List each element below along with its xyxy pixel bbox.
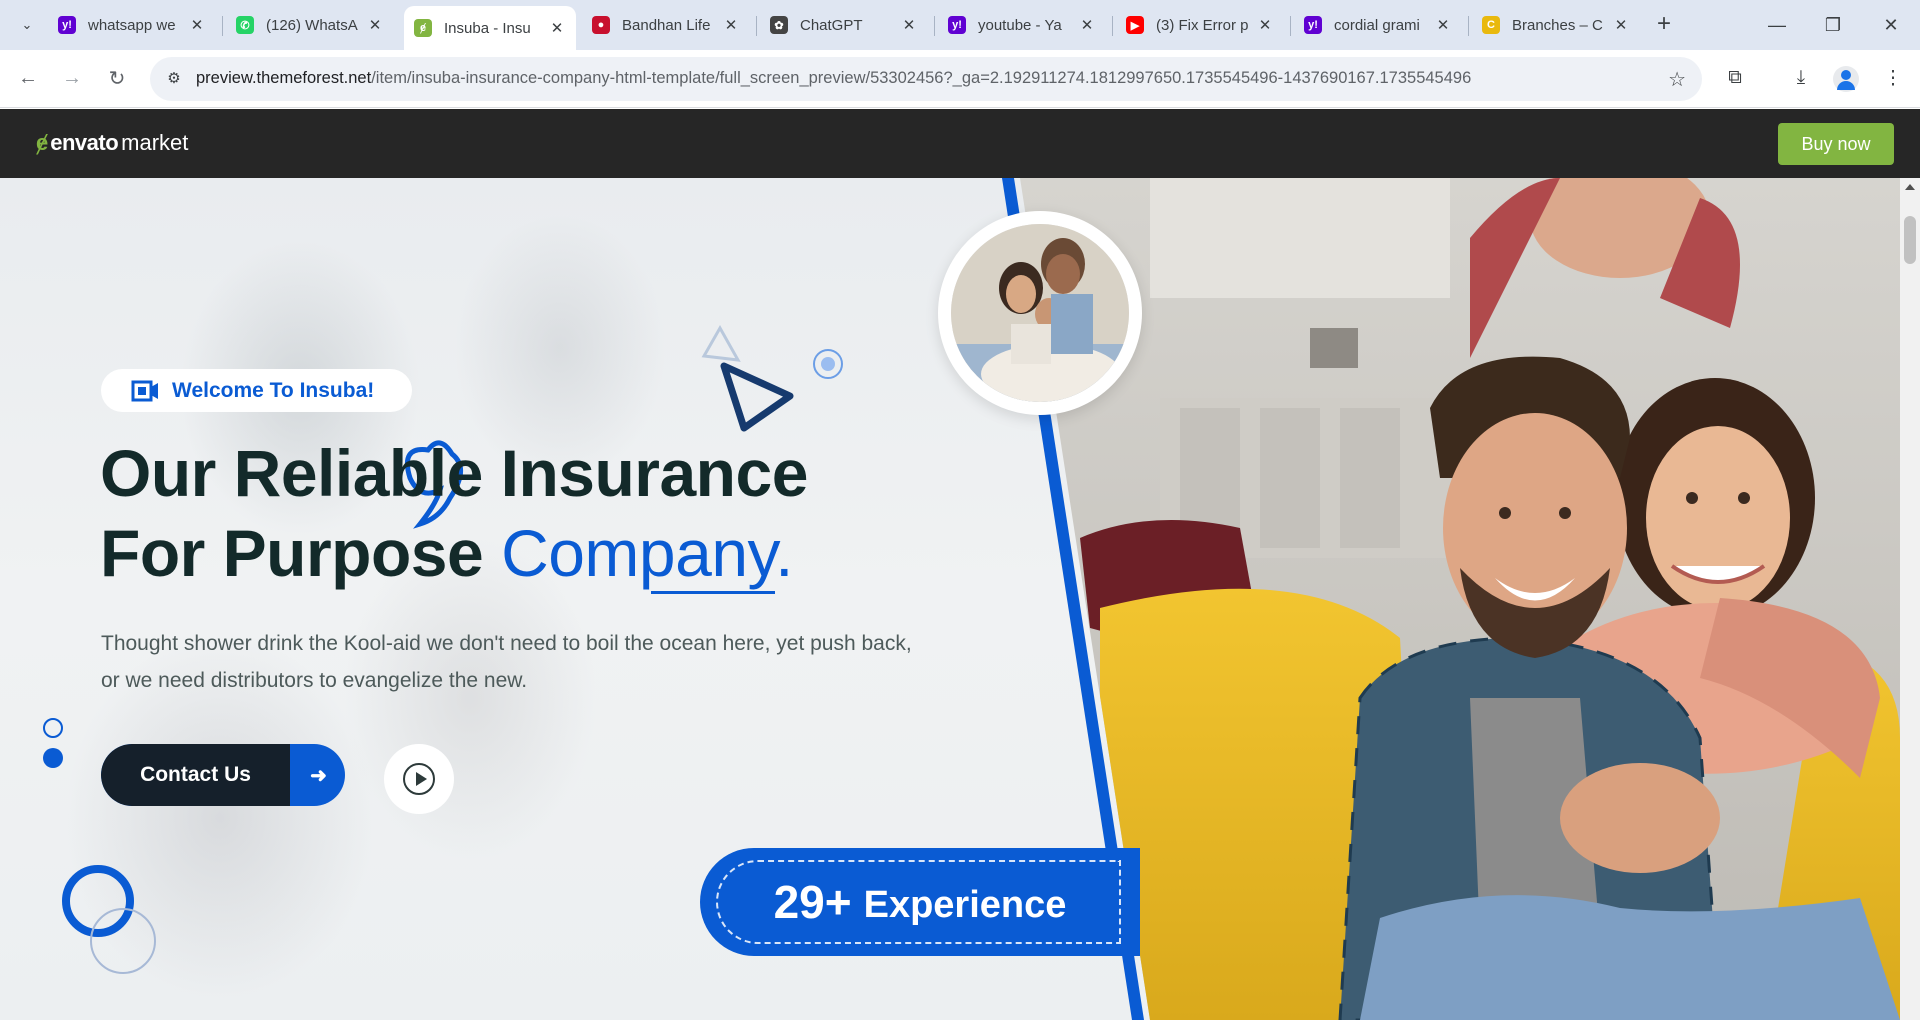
tab-search-button[interactable]: ⌄ xyxy=(12,10,42,40)
envato-leaf-icon: ɇ xyxy=(36,130,49,155)
page-scrollbar[interactable] xyxy=(1900,178,1920,1020)
browser-tab[interactable]: ● Bandhan Life ✕ xyxy=(582,6,750,44)
browser-tab[interactable]: ɇ Insuba - Insu ✕ xyxy=(404,6,576,50)
tab-title: whatsapp we xyxy=(88,16,176,34)
play-icon xyxy=(403,763,435,795)
hero-subtext: Thought shower drink the Kool-aid we don… xyxy=(101,632,912,692)
envato-logo[interactable]: ɇ envato market xyxy=(36,130,188,156)
close-tab-icon[interactable]: ✕ xyxy=(366,16,384,34)
envato-icon: ɇ xyxy=(414,19,432,37)
yahoo-icon: y! xyxy=(58,16,76,34)
yahoo-icon: y! xyxy=(1304,16,1322,34)
yahoo-icon: y! xyxy=(948,16,966,34)
family-thumbnail-image xyxy=(951,224,1129,402)
contact-us-button[interactable]: Contact Us ➜ xyxy=(101,744,345,806)
close-tab-icon[interactable]: ✕ xyxy=(188,16,206,34)
url-host: preview.themeforest.net xyxy=(196,69,372,87)
close-tab-icon[interactable]: ✕ xyxy=(548,19,566,37)
headline-accent-word: Company. xyxy=(501,516,793,590)
browser-toolbar: ← → ↻ ⚙ preview.themeforest.net/item/ins… xyxy=(0,50,1920,108)
tab-separator xyxy=(1468,16,1469,36)
minimize-icon[interactable]: — xyxy=(1762,10,1792,40)
reload-icon[interactable]: ↻ xyxy=(102,63,132,93)
headline-line-1: Our Reliable Insurance xyxy=(100,436,808,510)
tab-strip: ⌄ y! whatsapp we ✕ ✆ (126) WhatsA ✕ ɇ Insuba - … xyxy=(0,0,1920,50)
bandhan-icon: ● xyxy=(592,16,610,34)
experience-number: 29+ xyxy=(773,876,852,928)
close-window-icon[interactable]: ✕ xyxy=(1876,10,1906,40)
experience-badge: 29+ Experience xyxy=(700,848,1140,958)
close-tab-icon[interactable]: ✕ xyxy=(1434,16,1452,34)
browser-tab[interactable]: y! whatsapp we ✕ xyxy=(48,6,216,44)
contact-us-label: Contact Us xyxy=(101,744,290,806)
tab-title: youtube - Ya xyxy=(978,16,1062,34)
close-tab-icon[interactable]: ✕ xyxy=(900,16,918,34)
arrow-right-icon: ➜ xyxy=(310,764,327,787)
tab-title: Branches – C xyxy=(1512,16,1603,34)
scroll-up-arrow-icon[interactable] xyxy=(1905,184,1915,190)
tab-title: (3) Fix Error p xyxy=(1156,16,1249,34)
headline-line-2-dark: For Purpose xyxy=(100,516,502,590)
family-avatar-circle xyxy=(938,211,1142,415)
chatgpt-icon: ✿ xyxy=(770,16,788,34)
bookmark-star-icon[interactable]: ☆ xyxy=(1668,67,1686,92)
site-info-icon[interactable]: ⚙ xyxy=(164,69,184,89)
restore-icon[interactable]: ❐ xyxy=(1818,10,1848,40)
buy-now-button[interactable]: Buy now xyxy=(1778,123,1894,165)
close-tab-icon[interactable]: ✕ xyxy=(1612,16,1630,34)
tab-separator xyxy=(756,16,757,36)
url-text[interactable]: preview.themeforest.net/item/insuba-insu… xyxy=(196,69,1471,88)
browser-tab[interactable]: C Branches – C ✕ xyxy=(1472,6,1640,44)
profile-avatar[interactable] xyxy=(1833,66,1859,92)
branches-icon: C xyxy=(1482,16,1500,34)
headline-line-2: For Purpose Company. xyxy=(100,513,808,593)
experience-text: 29+ Experience xyxy=(700,848,1140,956)
welcome-badge: Welcome To Insuba! xyxy=(101,369,412,412)
envato-logo-bold: envato xyxy=(50,130,119,155)
address-bar[interactable]: ⚙ preview.themeforest.net/item/insuba-in… xyxy=(150,57,1702,101)
url-path: /item/insuba-insurance-company-html-temp… xyxy=(371,69,1472,87)
envato-logo-light: market xyxy=(121,130,189,155)
close-tab-icon[interactable]: ✕ xyxy=(722,16,740,34)
close-tab-icon[interactable]: ✕ xyxy=(1078,16,1096,34)
play-video-button[interactable] xyxy=(384,744,454,814)
hero-section: Welcome To Insuba! Our Reliable Insuranc… xyxy=(0,178,1920,1020)
browser-tab[interactable]: ✆ (126) WhatsA ✕ xyxy=(226,6,394,44)
welcome-text: Welcome To Insuba! xyxy=(172,378,375,402)
tab-separator xyxy=(1112,16,1113,36)
tab-separator xyxy=(222,16,223,36)
envato-header: ɇ envato market Buy now xyxy=(0,109,1920,178)
browser-tab[interactable]: ▶ (3) Fix Error p ✕ xyxy=(1116,6,1284,44)
menu-kebab-icon[interactable]: ⋮ xyxy=(1878,63,1908,93)
close-tab-icon[interactable]: ✕ xyxy=(1256,16,1274,34)
browser-tab[interactable]: y! cordial grami ✕ xyxy=(1294,6,1462,44)
tab-title: (126) WhatsA xyxy=(266,16,358,34)
scrollbar-thumb[interactable] xyxy=(1904,216,1916,264)
tab-title: Insuba - Insu xyxy=(444,19,531,37)
hero-headline: Our Reliable Insurance For Purpose Compa… xyxy=(100,433,808,593)
download-icon[interactable]: ⤓ xyxy=(1786,63,1816,93)
tab-separator xyxy=(1290,16,1291,36)
youtube-icon: ▶ xyxy=(1126,16,1144,34)
extensions-icon[interactable]: ⧉ xyxy=(1720,63,1750,93)
video-icon xyxy=(131,380,158,401)
forward-arrow-icon[interactable]: → xyxy=(57,63,87,93)
whatsapp-icon: ✆ xyxy=(236,16,254,34)
back-arrow-icon[interactable]: ← xyxy=(13,63,43,93)
browser-tab[interactable]: y! youtube - Ya ✕ xyxy=(938,6,1106,44)
experience-label: Experience xyxy=(863,883,1067,926)
tab-separator xyxy=(934,16,935,36)
tab-title: Bandhan Life xyxy=(622,16,711,34)
tab-title: ChatGPT xyxy=(800,16,863,34)
browser-tab[interactable]: ✿ ChatGPT ✕ xyxy=(760,6,928,44)
new-tab-button[interactable]: + xyxy=(1650,11,1678,39)
tab-title: cordial grami xyxy=(1334,16,1420,34)
